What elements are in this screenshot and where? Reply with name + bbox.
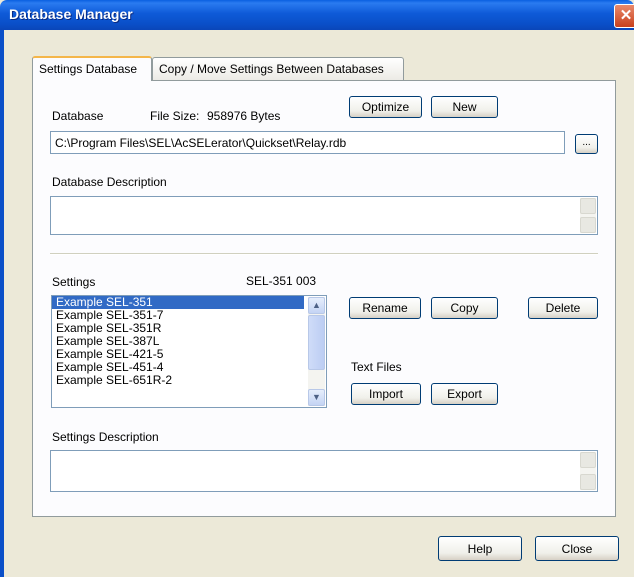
close-button[interactable]: Close bbox=[535, 536, 619, 561]
scroll-up-icon[interactable] bbox=[580, 452, 596, 468]
new-button[interactable]: New bbox=[431, 96, 498, 118]
chevron-up-icon[interactable]: ▲ bbox=[308, 297, 325, 314]
title-bar[interactable]: Database Manager ✕ bbox=[0, 0, 634, 30]
rename-button[interactable]: Rename bbox=[349, 297, 421, 319]
scroll-down-icon[interactable] bbox=[580, 217, 596, 233]
database-label: Database bbox=[52, 109, 104, 123]
settings-label: Settings bbox=[52, 275, 96, 289]
optimize-button[interactable]: Optimize bbox=[349, 96, 422, 118]
database-description-field[interactable] bbox=[50, 196, 598, 235]
export-button[interactable]: Export bbox=[431, 383, 498, 405]
copy-button[interactable]: Copy bbox=[431, 297, 498, 319]
settings-description-scrollbar[interactable] bbox=[580, 452, 596, 490]
scroll-down-icon[interactable] bbox=[580, 474, 596, 490]
file-size-value: 958976 Bytes bbox=[207, 109, 281, 123]
import-button[interactable]: Import bbox=[351, 383, 421, 405]
window-title: Database Manager bbox=[9, 6, 133, 22]
help-button[interactable]: Help bbox=[438, 536, 522, 561]
window-frame-left bbox=[0, 30, 4, 577]
text-files-label: Text Files bbox=[351, 360, 402, 374]
settings-listbox[interactable]: Example SEL-351 Example SEL-351-7 Exampl… bbox=[51, 295, 327, 408]
settings-list-scrollbar[interactable]: ▲ ▼ bbox=[308, 297, 325, 406]
file-size-label: File Size: bbox=[150, 109, 200, 123]
scrollbar-thumb[interactable] bbox=[308, 315, 325, 370]
delete-button[interactable]: Delete bbox=[528, 297, 598, 319]
database-description-scrollbar[interactable] bbox=[580, 198, 596, 233]
settings-description-field[interactable] bbox=[50, 450, 598, 492]
database-description-label: Database Description bbox=[52, 175, 167, 189]
tab-copy-move-settings[interactable]: Copy / Move Settings Between Databases bbox=[152, 57, 404, 80]
database-path-value: C:\Program Files\SEL\AcSELerator\Quickse… bbox=[55, 136, 347, 150]
database-path-field[interactable]: C:\Program Files\SEL\AcSELerator\Quickse… bbox=[50, 131, 565, 154]
tab-settings-database[interactable]: Settings Database bbox=[32, 56, 152, 81]
settings-description-label: Settings Description bbox=[52, 430, 159, 444]
selected-settings-name: SEL-351 003 bbox=[246, 274, 317, 288]
list-item[interactable]: Example SEL-651R-2 bbox=[52, 374, 304, 387]
close-icon[interactable]: ✕ bbox=[614, 4, 634, 28]
browse-button[interactable]: ... bbox=[575, 134, 598, 154]
scroll-up-icon[interactable] bbox=[580, 198, 596, 214]
section-divider bbox=[50, 253, 598, 255]
database-manager-window: Database Manager ✕ Settings Database Cop… bbox=[0, 0, 634, 577]
chevron-down-icon[interactable]: ▼ bbox=[308, 389, 325, 406]
